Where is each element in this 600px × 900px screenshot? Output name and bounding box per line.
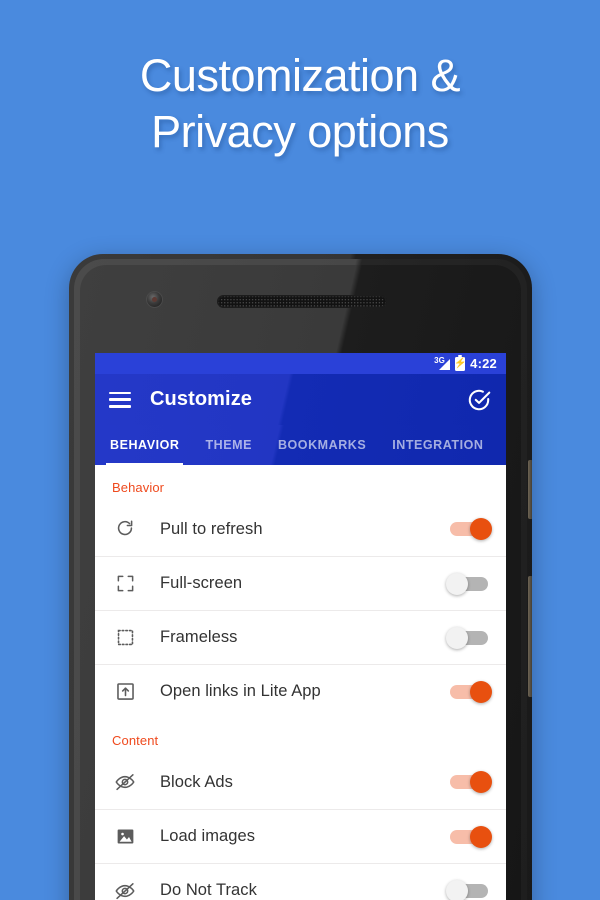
phone-screen: 3G ⚡ 4:22 Customize BEHAVIOR THEME BOOKM… (95, 353, 506, 900)
toggle-switch[interactable] (446, 879, 492, 900)
power-button[interactable] (528, 460, 532, 519)
image-icon (112, 824, 138, 850)
setting-row-block-ads[interactable]: Block Ads (95, 755, 506, 809)
setting-row-pull-to-refresh[interactable]: Pull to refresh (95, 502, 506, 556)
tab-label: BOOKMARKS (277, 438, 367, 452)
tab-bar: BEHAVIOR THEME BOOKMARKS INTEGRATION (95, 425, 506, 465)
promo-headline: Customization & Privacy options (0, 48, 600, 160)
toggle-switch[interactable] (446, 572, 492, 595)
tab-label: BEHAVIOR (110, 438, 180, 452)
hamburger-menu-icon[interactable] (109, 391, 131, 408)
tab-label: THEME (205, 438, 252, 452)
setting-label: Block Ads (160, 772, 233, 791)
promo-headline-line2: Privacy options (151, 106, 449, 157)
eye-off-icon (112, 878, 138, 900)
toggle-switch[interactable] (446, 626, 492, 649)
toggle-switch[interactable] (446, 771, 492, 793)
status-bar-clock: 4:22 (470, 356, 497, 371)
promo-headline-line1: Customization & (139, 50, 461, 101)
tab-label: INTEGRATION (392, 438, 484, 452)
app-bar: Customize (95, 374, 506, 425)
setting-label: Do Not Track (160, 881, 257, 899)
open-in-new-icon (112, 679, 138, 705)
fullscreen-icon (112, 571, 138, 597)
setting-label: Full-screen (160, 574, 243, 592)
earpiece-speaker-icon (217, 295, 387, 308)
settings-list: Behavior Pull to refresh Full-screen Fra… (95, 465, 506, 900)
toggle-switch[interactable] (446, 518, 492, 540)
setting-label: Load images (160, 827, 256, 845)
battery-charging-icon: ⚡ (453, 354, 467, 371)
setting-row-do-not-track[interactable]: Do Not Track (95, 863, 506, 900)
volume-rocker-button[interactable] (528, 576, 532, 697)
tab-bookmarks[interactable]: BOOKMARKS (278, 425, 366, 465)
signal-bars-icon: 3G (434, 356, 451, 370)
page-title: Customize (150, 388, 253, 410)
toggle-switch[interactable] (446, 680, 492, 703)
frameless-icon (112, 625, 138, 651)
section-header-content: Content (112, 733, 159, 748)
setting-row-frameless[interactable]: Frameless (95, 610, 506, 664)
setting-label: Open links in Lite App (160, 682, 321, 700)
eye-off-icon (112, 769, 138, 795)
phone-mockup: 3G ⚡ 4:22 Customize BEHAVIOR THEME BOOKM… (69, 254, 532, 900)
setting-label: Pull to refresh (160, 519, 263, 538)
tab-theme[interactable]: THEME (205, 425, 252, 465)
setting-row-full-screen[interactable]: Full-screen (95, 556, 506, 610)
toggle-switch[interactable] (446, 825, 492, 848)
front-camera-icon (147, 292, 162, 307)
setting-row-load-images[interactable]: Load images (95, 809, 506, 863)
tab-behavior[interactable]: BEHAVIOR (105, 425, 184, 465)
section-header-behavior: Behavior (112, 480, 165, 495)
refresh-icon (112, 516, 138, 542)
status-bar: 3G ⚡ 4:22 (95, 353, 506, 374)
check-circle-icon[interactable] (466, 387, 492, 413)
setting-label: Frameless (160, 628, 238, 646)
tab-integration[interactable]: INTEGRATION (392, 425, 483, 465)
setting-row-open-links-in-lite-app[interactable]: Open links in Lite App (95, 664, 506, 718)
